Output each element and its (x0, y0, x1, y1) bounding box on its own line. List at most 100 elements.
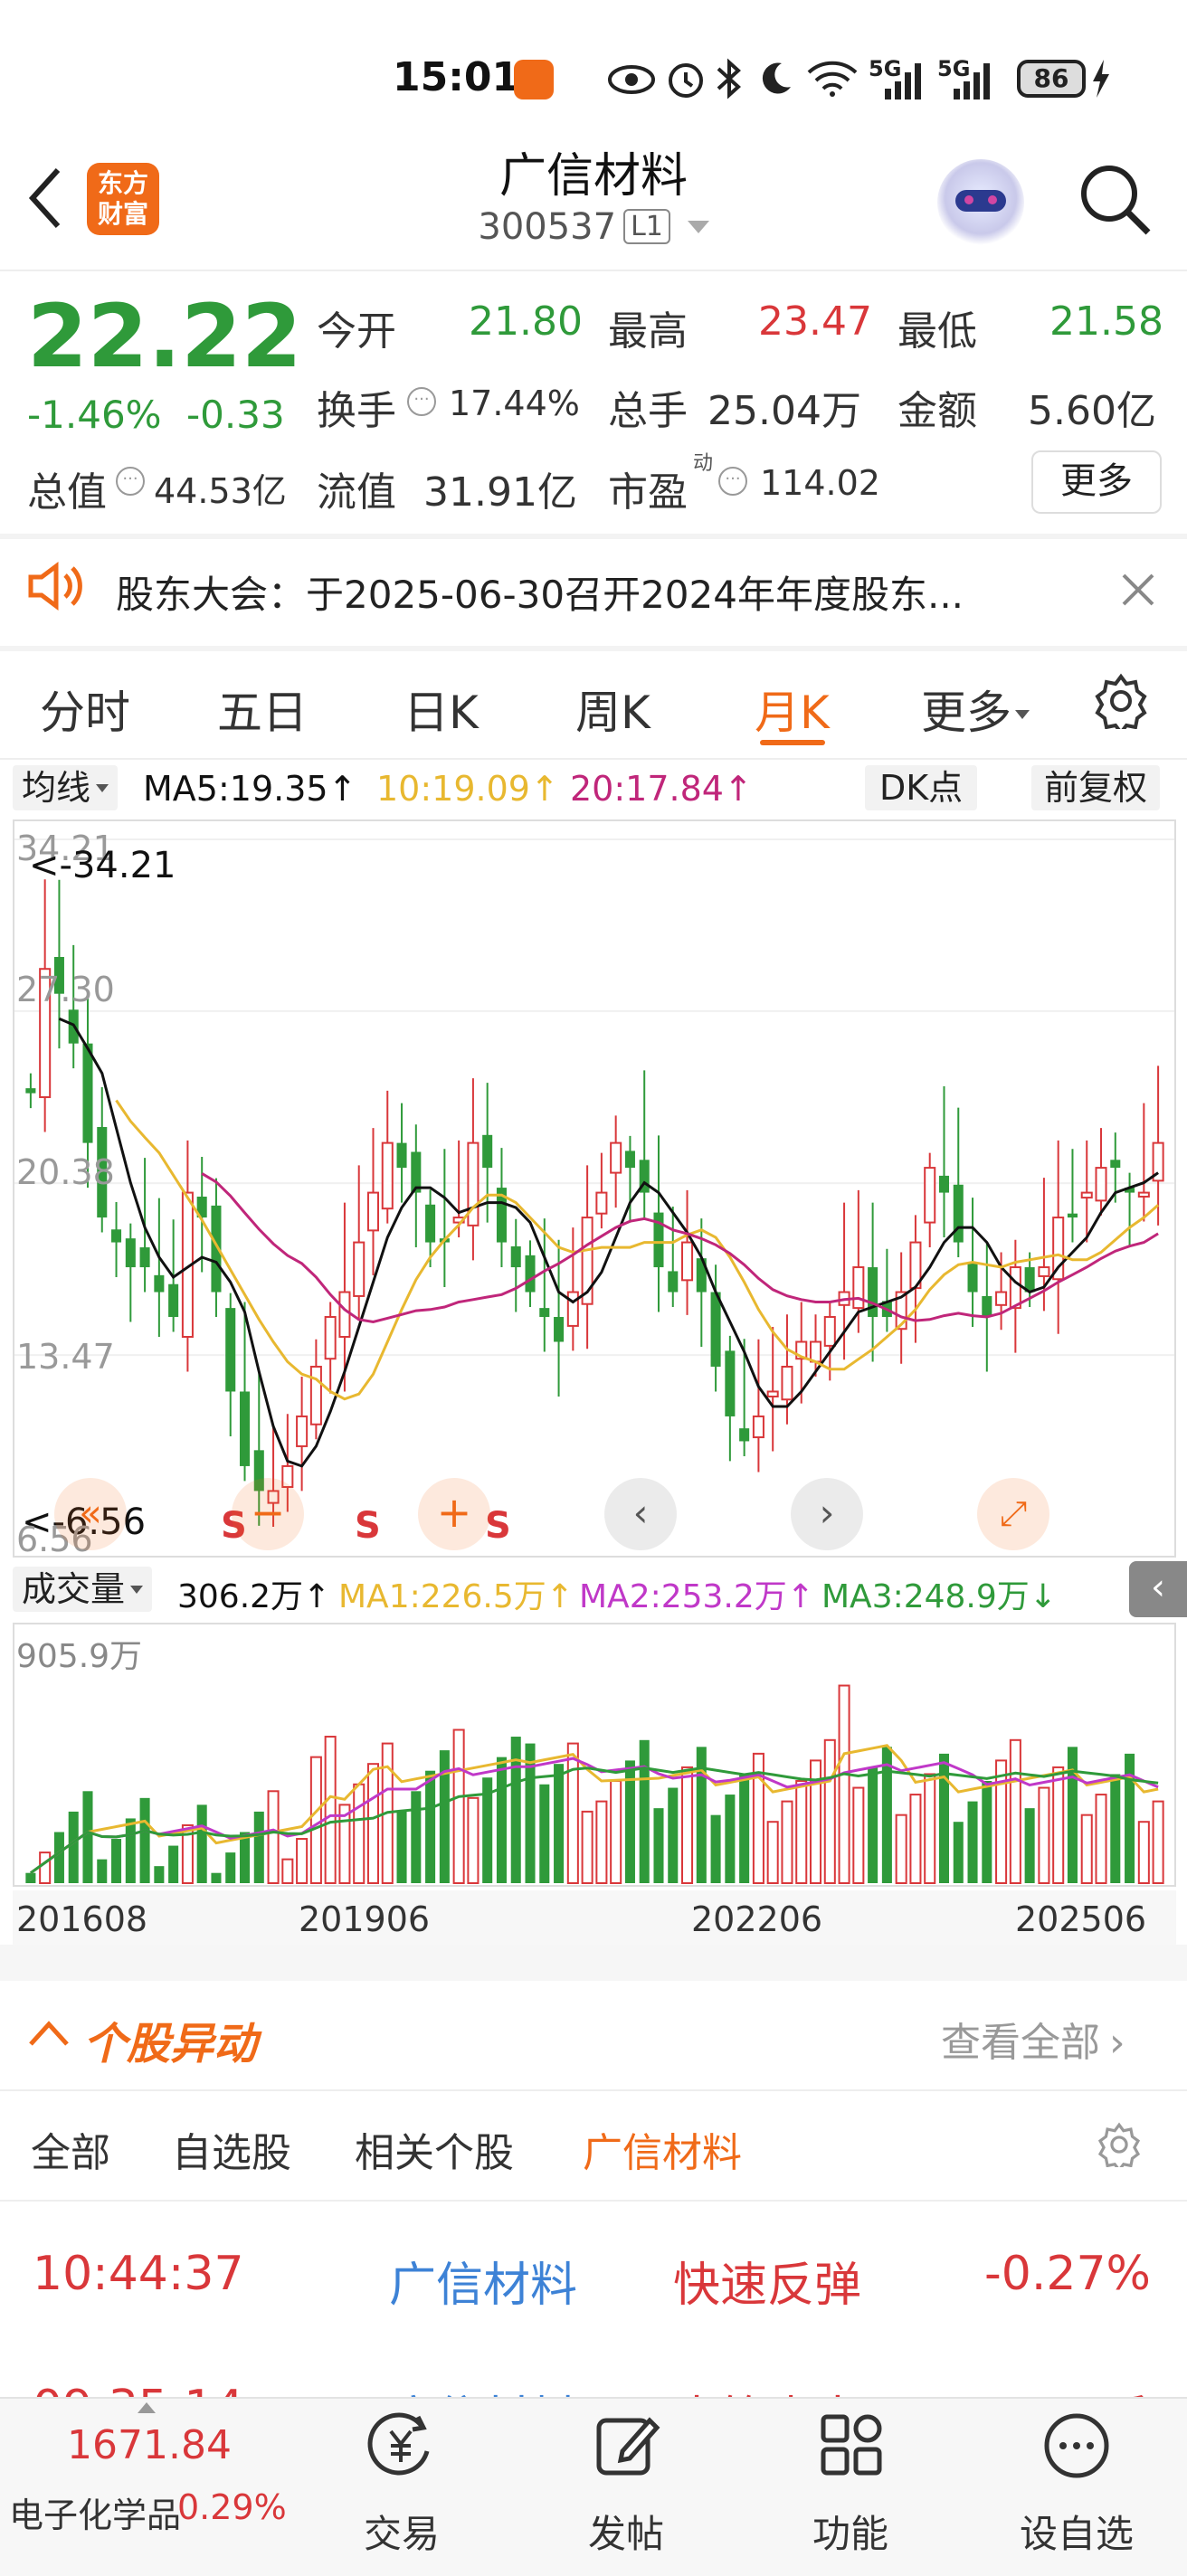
edit-icon[interactable] (594, 2411, 660, 2478)
tab-fenshi[interactable]: 分时 (40, 677, 130, 742)
yen-circle-icon[interactable] (366, 2411, 436, 2478)
candle (25, 1073, 36, 1109)
candle (366, 1128, 380, 1275)
collapse-panel-button[interactable]: ‹ (1129, 1561, 1187, 1617)
movers-tab-all[interactable]: 全部 (31, 2120, 110, 2178)
tab-more[interactable]: 更多 (921, 677, 1030, 742)
tab-month-k[interactable]: 月K (755, 677, 830, 742)
nav-post[interactable]: 发帖 (536, 2504, 717, 2559)
view-all-label: 查看全部 (941, 2020, 1100, 2066)
tab-week-k[interactable]: 周K (575, 677, 650, 742)
zoom-out-button[interactable]: − (232, 1478, 304, 1550)
candle (1137, 1103, 1150, 1222)
movers-title: 个股异动 (83, 2019, 258, 2069)
candle-body (125, 1238, 136, 1268)
mover-time: 10:44:37 (33, 2247, 244, 2301)
mover-stock-name[interactable]: 广信材料 (389, 2247, 577, 2315)
volume-bar (1110, 1774, 1121, 1883)
settings-gear-icon[interactable] (1093, 673, 1149, 729)
tab-five-day[interactable]: 五日 (217, 677, 308, 742)
candle (439, 1149, 450, 1288)
dropdown-icon[interactable] (687, 221, 709, 233)
sector-index-widget[interactable]: 1671.84 电子化学品 0.29% (0, 2397, 308, 2576)
status-time: 15:01 (393, 54, 520, 100)
more-button[interactable]: 更多 (1031, 450, 1162, 514)
adjust-button[interactable]: 前复权 (1031, 765, 1161, 810)
volume-bar (267, 1790, 280, 1884)
scroll-left-button[interactable]: ‹ (604, 1478, 677, 1550)
robot-assistant-icon[interactable] (937, 159, 1024, 246)
zoom-in-button[interactable]: + (418, 1478, 490, 1550)
ma5-line (58, 1017, 1159, 1468)
mktcap-info-icon[interactable]: ··· (116, 467, 145, 496)
volume-bar (396, 1811, 407, 1883)
collapse-up-icon[interactable] (27, 2019, 71, 2048)
dk-points-button[interactable]: DK点 (865, 765, 978, 810)
candle-body (111, 1229, 122, 1243)
grid-icon[interactable] (818, 2411, 885, 2478)
float-value: 31.91亿 (423, 469, 577, 516)
nav-add-watchlist[interactable]: 设自选 (986, 2504, 1167, 2559)
candle-body (296, 1415, 309, 1447)
volume-bar (154, 1866, 165, 1883)
volume-bar (895, 1814, 907, 1885)
alarm-icon (669, 63, 703, 98)
sector-name: 电子化学品 (9, 2496, 182, 2535)
mover-event: 快速反弹 (673, 2259, 862, 2313)
movers-settings-icon[interactable] (1097, 2122, 1142, 2167)
kline-chart[interactable]: 34.21 <-34.21 27.30 20.38 13.47 <-6.56 6… (13, 819, 1176, 1559)
tab-day-k[interactable]: 日K (404, 677, 479, 742)
volume-bar (710, 1814, 721, 1883)
more-circle-icon[interactable] (1042, 2411, 1111, 2480)
scroll-right-button[interactable]: › (791, 1478, 863, 1550)
movers-tab-stock[interactable]: 广信材料 (583, 2120, 742, 2178)
candle-body (1009, 1266, 1021, 1310)
candle-body (982, 1295, 992, 1318)
y-tick-4: 13.47 (16, 1337, 115, 1377)
sell-signal-2[interactable]: S (355, 1505, 381, 1547)
pe-info-icon[interactable]: ··· (718, 467, 747, 496)
candle-body (995, 1291, 1008, 1306)
movers-tab-related[interactable]: 相关个股 (355, 2120, 514, 2178)
candle (681, 1189, 694, 1315)
volume-bar (1080, 1814, 1093, 1885)
x-axis: 201608 201906 202206 202506 (13, 1890, 1176, 1945)
notice-text[interactable]: 股东大会：于2025-06-30召开2024年年度股东... (116, 564, 964, 620)
view-all-link[interactable]: 查看全部 › (941, 2010, 1125, 2068)
volume-bar (1125, 1753, 1135, 1883)
ma-selector[interactable]: 均线 (13, 765, 119, 810)
volume-selector-label: 成交量 (22, 1569, 126, 1609)
nav-functions[interactable]: 功能 (760, 2504, 941, 2559)
candle-body (852, 1266, 865, 1310)
mover-row[interactable]: 10:44:37 广信材料 快速反弹 -0.27% (0, 2207, 1187, 2334)
info-icon[interactable]: ··· (407, 387, 436, 416)
scroll-left-fast-button[interactable]: « (54, 1478, 127, 1550)
candle-body (1095, 1167, 1107, 1202)
volume-bar (953, 1822, 964, 1883)
candle-body (425, 1204, 436, 1243)
candle-body (1067, 1213, 1078, 1218)
tabs-divider (0, 758, 1187, 760)
volume-value: 25.04万 (707, 388, 861, 434)
candle-body (324, 1316, 337, 1360)
kline-svg[interactable] (14, 821, 1174, 1556)
candle-body (781, 1365, 793, 1401)
candle (467, 1078, 480, 1261)
candle (995, 1252, 1008, 1331)
search-icon[interactable] (1077, 161, 1153, 237)
x-tick-1: 201608 (16, 1899, 148, 1939)
fullscreen-button[interactable]: ⤢ (977, 1478, 1049, 1550)
candle-body (366, 1191, 380, 1232)
candle-body (309, 1365, 322, 1425)
volume-selector[interactable]: 成交量 (13, 1567, 153, 1612)
volume-bar (366, 1763, 380, 1884)
volume-bar (1137, 1821, 1150, 1884)
expand-up-icon (138, 2402, 156, 2413)
candle-body (25, 1088, 36, 1094)
volume-chart[interactable]: 905.9万 (13, 1623, 1176, 1887)
candle-body (1080, 1191, 1093, 1199)
volume-bar (982, 1781, 992, 1883)
movers-tab-watchlist[interactable]: 自选股 (172, 2120, 291, 2178)
nav-trade[interactable]: 交易 (311, 2504, 492, 2559)
close-icon[interactable] (1120, 572, 1156, 608)
